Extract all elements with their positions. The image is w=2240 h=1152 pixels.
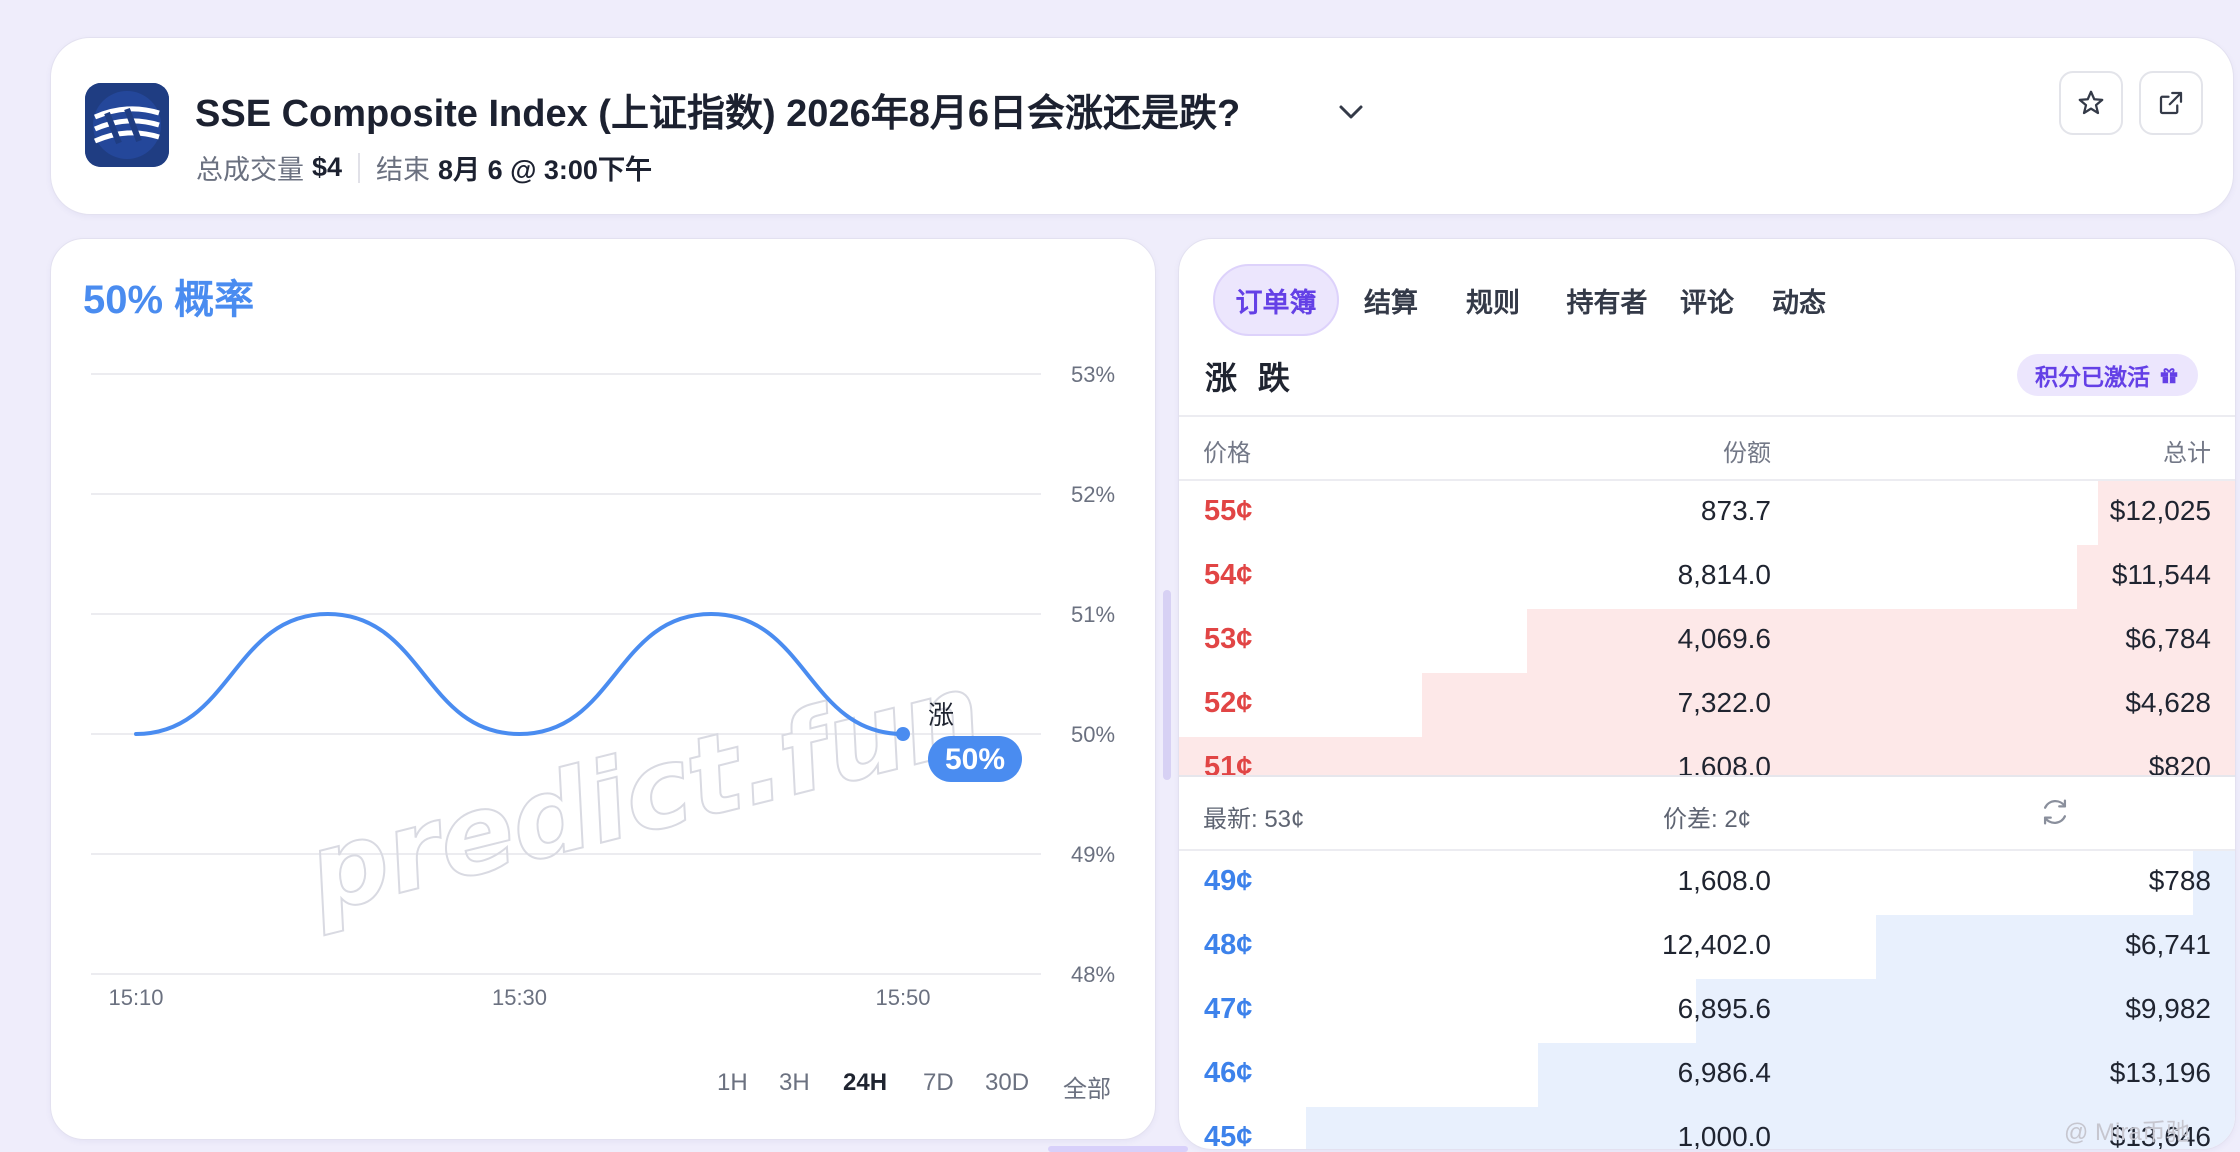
volume-label: 总成交量: [196, 155, 304, 185]
shares-cell: 7,322.0: [1677, 687, 1771, 718]
y-tick-label: 49%: [1071, 842, 1115, 867]
chevron-down-icon[interactable]: [1331, 92, 1371, 132]
timeframe-24h[interactable]: 24H: [843, 1069, 887, 1097]
share-button[interactable]: [2139, 71, 2203, 135]
market-header: SSE Composite Index (上证指数) 2026年8月6日会涨还是…: [50, 37, 2234, 215]
refresh-icon[interactable]: [2038, 795, 2072, 829]
y-tick-label: 53%: [1071, 362, 1115, 387]
ask-row[interactable]: 52¢ 7,322.0 $4,628: [1179, 673, 2235, 737]
market-title: SSE Composite Index (上证指数) 2026年8月6日会涨还是…: [195, 93, 1241, 135]
chart-scrollbar[interactable]: [1163, 590, 1171, 780]
probability-chart[interactable]: 53% 52% 51% 50% 49% 48% 15:10 15:30 15:50 predict…: [51, 239, 1157, 1141]
y-tick-label: 51%: [1071, 602, 1115, 627]
tab-settlement[interactable]: 结算: [1349, 264, 1433, 336]
points-badge-label: 积分已激活: [2035, 364, 2150, 390]
column-header-shares: 份额: [1723, 440, 1771, 467]
column-header-total: 总计: [2163, 440, 2211, 467]
shares-cell: 6,895.6: [1677, 993, 1771, 1024]
y-tick-label: 52%: [1071, 482, 1115, 507]
divider: [358, 152, 361, 183]
bid-row[interactable]: 46¢ 6,986.4 $13,196: [1179, 1043, 2235, 1107]
tab-rules[interactable]: 规则: [1451, 264, 1535, 336]
spread-value: 价差: 2¢: [1663, 806, 1752, 833]
timeframe-7d[interactable]: 7D: [923, 1069, 954, 1097]
shares-cell: 8,814.0: [1677, 559, 1771, 590]
divider: [1179, 775, 2235, 777]
volume-value: $4: [312, 152, 343, 182]
star-icon: [2078, 90, 2104, 115]
price-chart-card: 50% 概率 53% 52% 51% 50% 49% 48% 15:10 15:30 15:50…: [50, 238, 1156, 1140]
total-cell: $6,784: [2125, 623, 2211, 654]
ask-row[interactable]: 54¢ 8,814.0 $11,544: [1179, 545, 2235, 609]
footer-watermark: @ Mira币驰: [2064, 1119, 2190, 1146]
end-label: 结束: [376, 155, 431, 185]
price-cell: 49¢: [1204, 865, 1253, 897]
data-point: [896, 727, 910, 741]
total-cell: $11,544: [2111, 559, 2211, 590]
x-tick-label: 15:50: [875, 985, 930, 1010]
last-price: 最新: 53¢: [1203, 806, 1305, 833]
shares-cell: 1,608.0: [1677, 865, 1771, 896]
page-scroll-indicator: [1048, 1146, 1188, 1152]
tab-comments[interactable]: 评论: [1675, 264, 1739, 336]
bid-row[interactable]: 47¢ 6,895.6 $9,982: [1179, 979, 2235, 1043]
timeframe-1h[interactable]: 1H: [717, 1069, 748, 1097]
favorite-button[interactable]: [2059, 71, 2123, 135]
current-value-label: 50%: [945, 743, 1005, 776]
ask-row[interactable]: 53¢ 4,069.6 $6,784: [1179, 609, 2235, 673]
orderbook-card: 订单簿 结算 规则 持有者 评论 动态 涨 跌 积分已激活 价格 份额 总计 5…: [1178, 238, 2236, 1150]
shares-cell: 873.7: [1700, 495, 1771, 526]
price-cell: 52¢: [1204, 687, 1253, 719]
total-cell: $6,741: [2125, 929, 2211, 960]
price-cell: 54¢: [1204, 559, 1253, 591]
gift-icon: [2160, 368, 2178, 384]
end-value: 8月 6 @ 3:00下午: [438, 155, 652, 185]
total-cell: $9,982: [2125, 993, 2211, 1024]
bid-row[interactable]: 48¢ 12,402.0 $6,741: [1179, 915, 2235, 979]
y-tick-label: 48%: [1071, 962, 1115, 987]
total-cell: $4,628: [2125, 687, 2211, 718]
points-badge: 积分已激活: [2017, 354, 2198, 396]
shares-cell: 6,986.4: [1677, 1057, 1771, 1088]
column-header-price: 价格: [1203, 440, 1251, 467]
shares-cell: 1,000.0: [1677, 1121, 1771, 1150]
watermark-logo: predict.fun: [293, 647, 994, 938]
x-tick-label: 15:10: [108, 985, 163, 1010]
sse-logo-icon: [85, 83, 169, 167]
tab-holders[interactable]: 持有者: [1555, 264, 1659, 336]
tab-activity[interactable]: 动态: [1757, 264, 1841, 336]
price-cell: 47¢: [1204, 993, 1253, 1025]
market-meta: 总成交量 $4 结束 8月 6 @ 3:00下午: [196, 148, 652, 187]
timeframe-all[interactable]: 全部: [1063, 1069, 1111, 1104]
outcome-switch[interactable]: 涨 跌: [1205, 353, 1296, 399]
price-cell: 53¢: [1204, 623, 1253, 655]
price-cell: 45¢: [1204, 1121, 1253, 1150]
shares-cell: 12,402.0: [1662, 929, 1771, 960]
x-tick-label: 15:30: [492, 985, 547, 1010]
series-label: 涨: [928, 701, 954, 731]
price-cell: 48¢: [1204, 929, 1253, 961]
total-cell: $12,025: [2109, 495, 2211, 526]
y-tick-label: 50%: [1071, 722, 1115, 747]
divider: [1179, 415, 2235, 417]
timeframe-30d[interactable]: 30D: [985, 1069, 1029, 1097]
price-cell: 46¢: [1204, 1057, 1253, 1089]
bid-row[interactable]: 49¢ 1,608.0 $788: [1179, 851, 2235, 915]
tab-orderbook[interactable]: 订单簿: [1213, 264, 1339, 336]
total-cell: $788: [2148, 865, 2211, 896]
shares-cell: 4,069.6: [1677, 623, 1771, 654]
ask-row[interactable]: 55¢ 873.7 $12,025: [1179, 481, 2235, 545]
depth-bar: [1421, 673, 2235, 737]
external-link-icon: [2159, 91, 2183, 115]
price-cell: 55¢: [1204, 495, 1253, 527]
timeframe-3h[interactable]: 3H: [779, 1069, 810, 1097]
total-cell: $13,196: [2109, 1057, 2211, 1088]
